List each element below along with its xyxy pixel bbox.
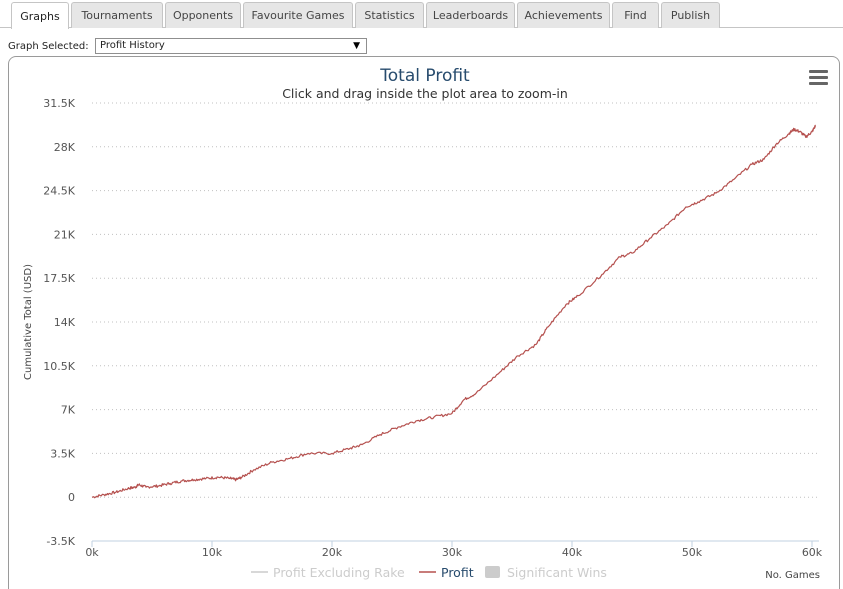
x-tick-label: 40k: [562, 546, 583, 559]
y-tick-label: -3.5K: [46, 535, 75, 548]
y-tick-label: 31.5K: [43, 97, 75, 110]
chart-title: Total Profit: [379, 66, 470, 86]
x-tick-label: 60k: [802, 546, 823, 559]
y-tick-label: 7K: [61, 404, 76, 417]
profit-series-line: [91, 124, 816, 499]
y-tick-label: 21K: [54, 228, 76, 241]
legend-label: Significant Wins: [507, 565, 607, 580]
x-tick-label: 30k: [442, 546, 463, 559]
legend-label: Profit Excluding Rake: [273, 565, 405, 580]
legend-item-profit-excluding-rake[interactable]: Profit Excluding Rake: [251, 565, 405, 580]
y-tick-label: 14K: [54, 316, 76, 329]
chart-subtitle: Click and drag inside the plot area to z…: [282, 86, 568, 101]
legend-box-marker: [485, 566, 500, 578]
legend-item-significant-wins[interactable]: Significant Wins: [485, 565, 607, 580]
legend-item-profit[interactable]: Profit: [419, 565, 474, 580]
y-axis-title: Cumulative Total (USD): [23, 264, 34, 380]
x-axis-title: No. Games: [765, 570, 820, 581]
legend-label: Profit: [441, 565, 474, 580]
profit-chart[interactable]: Total Profit Click and drag inside the p…: [0, 0, 843, 589]
y-tick-label: 3.5K: [50, 447, 75, 460]
x-tick-label: 50k: [682, 546, 703, 559]
y-tick-label: 24.5K: [43, 185, 75, 198]
x-tick-label: 20k: [322, 546, 343, 559]
x-tick-label: 10k: [202, 546, 223, 559]
y-tick-label: 10.5K: [43, 360, 75, 373]
y-tick-label: 17.5K: [43, 272, 75, 285]
y-tick-label: 0: [68, 491, 75, 504]
y-tick-label: 28K: [54, 141, 76, 154]
x-tick-label: 0k: [85, 546, 99, 559]
chart-menu-icon[interactable]: [809, 70, 828, 85]
